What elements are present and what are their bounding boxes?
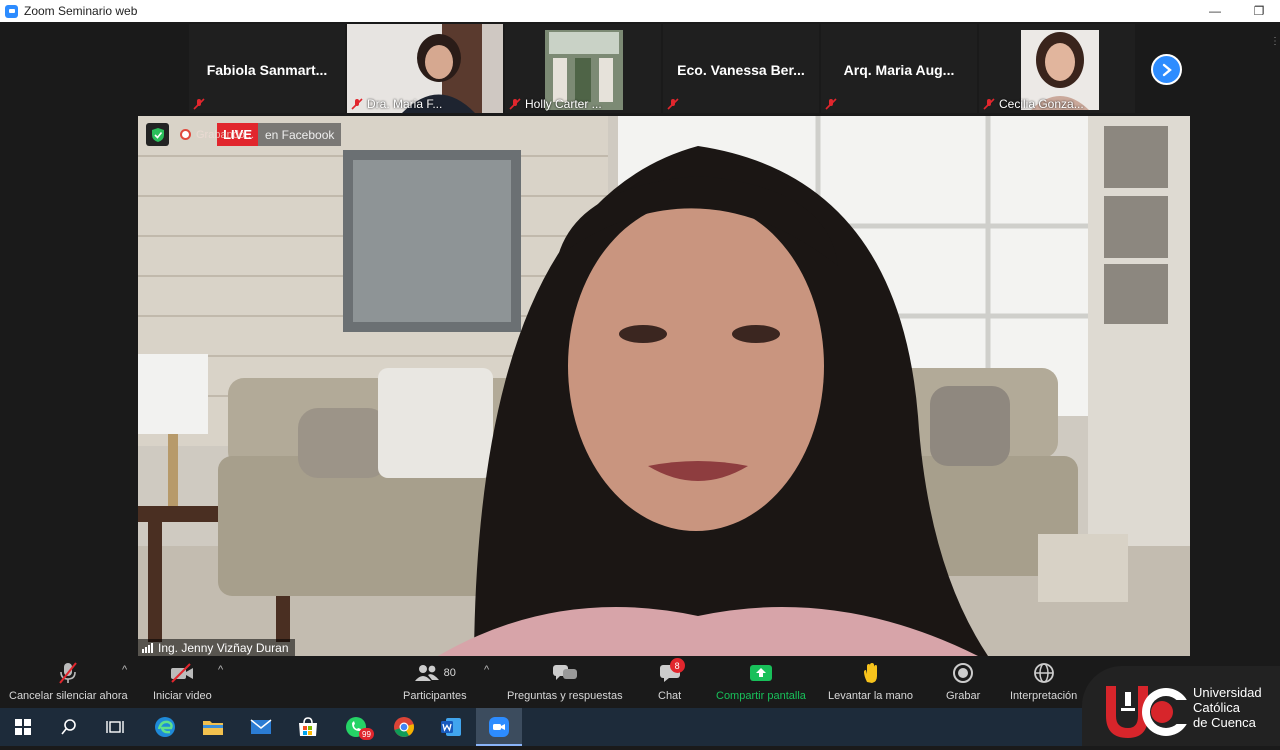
meeting-status-badges: Grabando... LIVE en Facebook [146,123,342,146]
drag-handle-icon[interactable]: ⋮⋮ [1270,36,1280,47]
participant-thumbnail[interactable]: Eco. Vanessa Ber... [663,24,819,113]
participant-thumbnail[interactable]: Holly Carter ... [505,24,661,113]
qa-button[interactable]: Preguntas y respuestas [507,660,623,702]
taskbar-search-button[interactable] [46,708,92,746]
participant-thumbnail[interactable]: Dra. Maria F... [347,24,503,113]
minimize-icon: — [1209,4,1221,18]
interpretation-button[interactable]: Interpretación [1010,660,1077,702]
audio-options-chevron-icon[interactable]: ^ [122,664,127,676]
logo-line-3: de Cuenca [1193,715,1256,730]
participant-label: Cecilia Gonza... [999,97,1084,111]
mic-muted-icon [351,98,363,110]
mic-muted-icon [983,98,995,110]
store-icon [299,717,317,736]
participants-count: 80 [443,667,456,679]
university-logo-text: Universidad Católica de Cuenca [1193,685,1262,730]
restore-button[interactable]: ❐ [1237,0,1280,22]
raise-hand-button[interactable]: Levantar la mano [828,660,913,702]
interpretation-label: Interpretación [1010,690,1078,702]
chrome-icon [394,717,414,737]
zoom-icon [489,717,509,737]
share-screen-button[interactable]: Compartir pantalla [716,660,806,702]
chevron-right-icon [1162,63,1172,76]
participant-thumbnail[interactable]: Cecilia Gonza... [979,24,1135,113]
search-icon [61,719,76,735]
participants-options-chevron-icon[interactable]: ^ [484,664,489,676]
mic-muted-icon [59,662,78,684]
window-title: Zoom Seminario web [24,4,138,18]
chat-label: Chat [658,690,682,702]
edge-icon [155,717,175,737]
security-button[interactable] [146,123,169,146]
qa-icon [552,665,577,680]
taskbar-whatsapp[interactable]: 99 [333,708,379,746]
participant-thumbnail[interactable]: Arq. Maria Aug... [821,24,977,113]
taskbar-file-explorer[interactable] [190,708,236,746]
taskbar-edge[interactable] [142,708,188,746]
participant-name: Fabiola Sanmart... [206,62,328,78]
participants-button[interactable]: 80 Participantes [403,660,467,702]
video-options-chevron-icon[interactable]: ^ [218,664,223,676]
start-video-label: Iniciar video [153,690,212,702]
shield-check-icon [151,127,164,142]
mic-muted-icon [825,98,837,110]
speaker-name-tag: Ing. Jenny Vizñay Duran [138,639,295,656]
word-icon [441,718,461,736]
recording-text: Grabando... [196,128,255,141]
task-view-icon [106,721,124,733]
live-destination[interactable]: en Facebook [258,123,342,146]
taskbar-store[interactable] [285,708,331,746]
speaker-video-frame [138,116,1190,656]
unmute-label: Cancelar silenciar ahora [9,690,128,702]
participant-label: Holly Carter ... [525,97,602,111]
zoom-app-icon [5,4,18,18]
minimize-button[interactable]: — [1193,0,1237,22]
chat-button[interactable]: 8 Chat [658,658,685,702]
whatsapp-unread-badge: 99 [359,728,374,740]
share-screen-icon [749,665,772,681]
speaker-name: Ing. Jenny Vizñay Duran [158,640,289,655]
start-video-button[interactable]: Iniciar video [153,660,212,702]
qa-label: Preguntas y respuestas [507,690,623,702]
record-label: Grabar [946,690,981,702]
unmute-button[interactable]: Cancelar silenciar ahora [9,660,128,702]
participant-label: Dra. Maria F... [367,97,443,111]
university-logo-icon [1106,686,1202,738]
folder-icon [203,721,223,735]
mic-muted-icon [193,98,205,110]
mail-icon [250,719,272,734]
record-dot-icon [180,129,191,140]
logo-line-2: Católica [1193,700,1240,715]
gallery-strip: Fabiola Sanmart... Dra. Maria F... Holly… [0,22,1280,115]
video-off-icon [171,663,194,683]
restore-icon: ❐ [1253,4,1265,18]
logo-line-1: Universidad [1193,685,1262,700]
taskbar-chrome[interactable] [381,708,427,746]
raise-hand-label: Levantar la mano [828,690,913,702]
taskbar-mail[interactable] [238,708,284,746]
signal-strength-icon [142,642,154,653]
windows-logo-icon [15,719,31,735]
chat-unread-badge: 8 [669,658,685,673]
participant-thumbnail[interactable]: Fabiola Sanmart... [189,24,345,113]
participants-label: Participantes [403,690,467,702]
participant-name: Eco. Vanessa Ber... [677,62,805,78]
speaker-video: Grabando... LIVE en Facebook Ing. Jenny … [138,116,1190,656]
raise-hand-icon [863,663,877,683]
record-icon [953,663,974,683]
globe-icon [1033,663,1054,683]
next-page-button[interactable] [1151,54,1182,85]
taskbar-word[interactable] [428,708,474,746]
record-button[interactable]: Grabar [946,660,980,702]
start-button[interactable] [0,708,46,746]
participants-icon [414,665,439,681]
taskbar-zoom[interactable] [476,708,522,746]
mic-muted-icon [667,98,679,110]
participant-name: Arq. Maria Aug... [843,62,955,78]
title-bar: Zoom Seminario web — ❐ [0,0,1280,22]
mic-muted-icon [509,98,521,110]
share-screen-label: Compartir pantalla [716,690,806,702]
task-view-button[interactable] [92,708,138,746]
